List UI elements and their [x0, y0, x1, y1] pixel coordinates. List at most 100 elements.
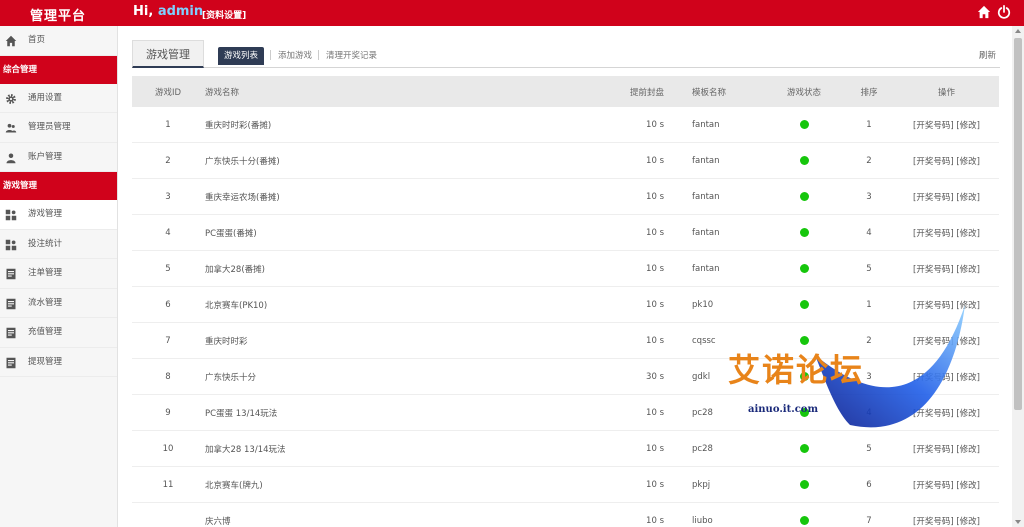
status-dot-icon[interactable] — [799, 443, 809, 453]
cell-seal-time: 10 s — [646, 263, 664, 274]
sidebar-item[interactable]: 注单管理 — [0, 259, 117, 289]
cell-actions[interactable]: [开奖号码] [修改] — [894, 191, 999, 203]
status-dot-icon[interactable] — [799, 191, 809, 201]
cell-sort: 7 — [866, 515, 872, 526]
cell-template: fantan — [692, 263, 720, 274]
tab-game-list[interactable]: 游戏列表 — [218, 47, 265, 65]
cell-actions[interactable]: [开奖号码] [修改] — [894, 119, 999, 131]
sidebar-item[interactable]: 提现管理 — [0, 348, 117, 377]
cell-game-id: 3 — [165, 191, 171, 202]
col-header-actions: 操作 — [937, 87, 955, 98]
page-scrollbar[interactable] — [1012, 26, 1024, 527]
cell-game-name: 广东快乐十分 — [205, 372, 257, 383]
cell-seal-time: 10 s — [646, 119, 664, 130]
power-icon[interactable] — [997, 5, 1011, 19]
sidebar-section-header: 游戏管理 — [0, 172, 117, 200]
cell-seal-time: 10 s — [646, 407, 664, 418]
cell-actions[interactable]: [开奖号码] [修改] — [894, 155, 999, 167]
cell-game-name: 广东快乐十分(番摊) — [205, 156, 280, 167]
cell-actions[interactable]: [开奖号码] [修改] — [894, 479, 999, 491]
cell-game-name: 重庆幸运农场(番摊) — [205, 192, 280, 203]
cell-game-name: 加拿大28(番摊) — [205, 264, 265, 275]
sidebar-item[interactable]: 游戏管理 — [0, 200, 117, 230]
cell-sort: 5 — [866, 443, 872, 454]
cell-actions[interactable]: [开奖号码] [修改] — [894, 407, 999, 419]
tab-separator — [270, 50, 271, 60]
cell-status — [764, 191, 844, 202]
status-dot-icon[interactable] — [799, 119, 809, 129]
cell-sort: 6 — [866, 479, 872, 490]
status-dot-icon[interactable] — [799, 479, 809, 489]
cell-actions[interactable]: [开奖号码] [修改] — [894, 227, 999, 239]
sidebar-item-label: 投注统计 — [28, 238, 63, 249]
cell-status — [764, 227, 844, 238]
scroll-up-arrow[interactable] — [1015, 29, 1021, 33]
sidebar-item-label: 充值管理 — [28, 327, 63, 337]
cell-actions[interactable]: [开奖号码] [修改] — [894, 263, 999, 275]
status-dot-icon[interactable] — [799, 335, 809, 345]
cell-status — [764, 479, 844, 490]
cell-template: liubo — [692, 515, 713, 526]
table-row: 庆六博 10 s liubo 7 [开奖号码] [修改] — [132, 503, 999, 527]
col-header-template: 模板名称 — [692, 87, 727, 98]
cell-game-id: 8 — [165, 371, 171, 382]
cell-actions[interactable]: [开奖号码] [修改] — [894, 443, 999, 455]
cell-template: pkpj — [692, 479, 711, 490]
scroll-thumb[interactable] — [1014, 38, 1022, 410]
cell-game-id: 11 — [162, 479, 174, 490]
tab-clear-records[interactable]: 清理开奖记录 — [326, 49, 377, 61]
sidebar-item[interactable]: 首页 — [0, 26, 117, 56]
cell-game-name: 北京赛车(PK10) — [205, 300, 268, 311]
cell-template: cqssc — [692, 335, 716, 346]
cell-status — [764, 263, 844, 274]
sidebar-item-label: 游戏管理 — [28, 209, 63, 219]
sidebar-item[interactable]: 通用设置 — [0, 84, 117, 113]
status-dot-icon[interactable] — [799, 407, 809, 417]
table-row: 11 北京赛车(牌九) 10 s pkpj 6 [开奖号码] [修改] — [132, 467, 999, 503]
cell-sort: 2 — [866, 335, 872, 346]
main-content: 游戏管理 游戏列表 添加游戏 清理开奖记录 刷新 游戏ID 游戏名称 提前封盘 … — [132, 38, 1000, 527]
section-title: 游戏管理 — [132, 40, 204, 68]
cell-seal-time: 10 s — [646, 335, 664, 346]
status-dot-icon[interactable] — [799, 515, 809, 525]
sidebar-item[interactable]: 管理员管理 — [0, 113, 117, 143]
cell-template: fantan — [692, 227, 720, 238]
status-dot-icon[interactable] — [799, 155, 809, 165]
sidebar-item-label: 提现管理 — [28, 356, 63, 367]
status-dot-icon[interactable] — [799, 227, 809, 237]
cell-game-name: PC蛋蛋(番摊) — [205, 228, 257, 239]
tab-add-game[interactable]: 添加游戏 — [278, 49, 312, 61]
greeting: Hi, admin — [133, 4, 203, 19]
sidebar-item[interactable]: 流水管理 — [0, 289, 117, 318]
status-dot-icon[interactable] — [799, 371, 809, 381]
sidebar-item-label: 账户管理 — [28, 151, 63, 162]
status-dot-icon[interactable] — [799, 263, 809, 273]
cell-status — [764, 119, 844, 130]
cell-sort: 4 — [866, 227, 872, 238]
sidebar-item[interactable]: 账户管理 — [0, 143, 117, 172]
scroll-down-arrow[interactable] — [1015, 520, 1021, 524]
cell-seal-time: 10 s — [646, 191, 664, 202]
sidebar-item[interactable]: 投注统计 — [0, 230, 117, 259]
cell-seal-time: 10 s — [646, 227, 664, 238]
status-dot-icon[interactable] — [799, 299, 809, 309]
sidebar-item-label: 首页 — [28, 35, 46, 45]
cell-actions[interactable]: [开奖号码] [修改] — [894, 335, 999, 347]
cell-game-name: 重庆时时彩(番摊) — [205, 120, 272, 131]
home-icon[interactable] — [977, 5, 991, 19]
cell-template: fantan — [692, 155, 720, 166]
refresh-link[interactable]: 刷新 — [979, 49, 996, 61]
cell-game-id: 1 — [165, 119, 171, 130]
cell-actions[interactable]: [开奖号码] [修改] — [894, 371, 999, 383]
cell-actions[interactable]: [开奖号码] [修改] — [894, 299, 999, 311]
cell-seal-time: 10 s — [646, 299, 664, 310]
sidebar-item[interactable]: 充值管理 — [0, 318, 117, 348]
profile-settings-link[interactable]: [资料设置] — [202, 8, 246, 21]
cell-template: pc28 — [692, 407, 713, 418]
game-table: 游戏ID 游戏名称 提前封盘 模板名称 游戏状态 排序 操作 1 重庆时时彩(番摊… — [132, 76, 999, 527]
cell-seal-time: 10 s — [646, 479, 664, 490]
cell-actions[interactable]: [开奖号码] [修改] — [894, 515, 999, 527]
username: admin — [157, 4, 204, 19]
cell-template: fantan — [692, 119, 720, 130]
cell-game-id: 4 — [165, 227, 171, 238]
